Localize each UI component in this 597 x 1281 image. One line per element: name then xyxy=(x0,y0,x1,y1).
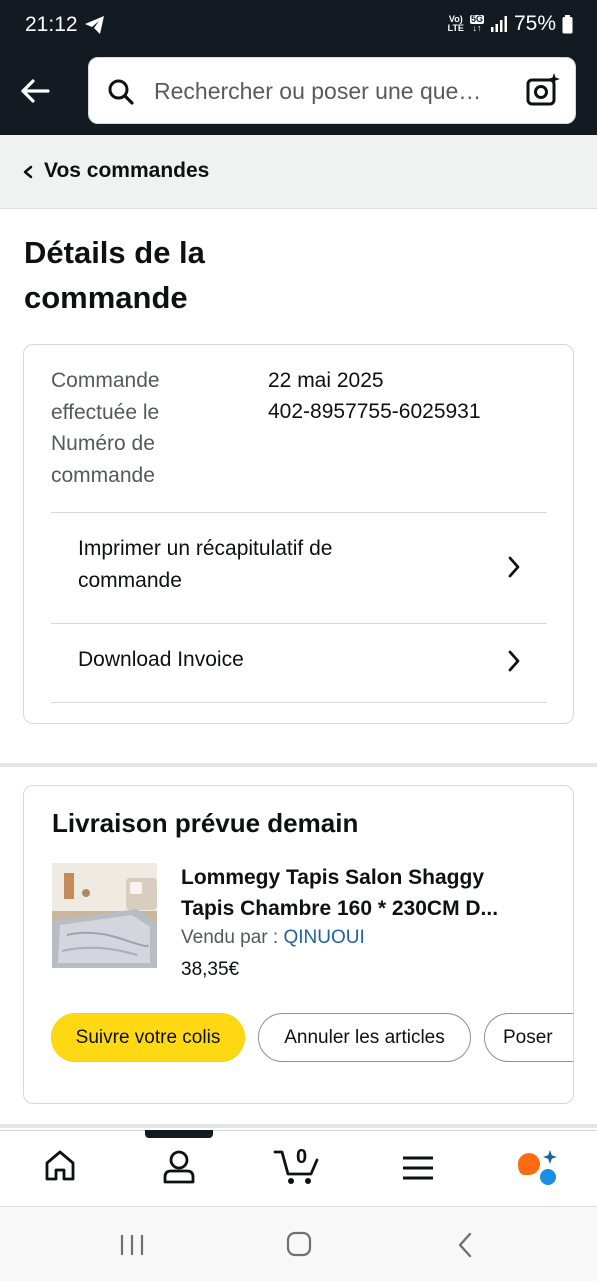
order-date-label: Commande effectuée le xyxy=(51,369,160,424)
active-tab-indicator xyxy=(145,1130,213,1138)
search-placeholder: Rechercher ou poser une que… xyxy=(154,78,482,104)
print-summary-row[interactable]: Imprimer un récapitulatif de commande xyxy=(51,513,547,623)
status-indicators: Vo) LTE 5G ↓↑ 75% xyxy=(448,12,573,36)
status-bar: 21:12 Vo) LTE 5G ↓↑ 75% xyxy=(0,0,597,54)
battery-percent: 75% xyxy=(513,12,556,35)
status-time: 21:12 xyxy=(25,13,78,36)
chevron-right-icon xyxy=(508,556,520,578)
rufus-icon[interactable] xyxy=(515,1149,559,1187)
ask-question-button[interactable]: Poser xyxy=(484,1013,573,1062)
chevron-left-icon xyxy=(23,165,33,179)
volte-indicator: Vo) LTE xyxy=(447,14,464,33)
download-invoice-label: Download Invoice xyxy=(78,648,244,671)
product-title-link[interactable]: Lommegy Tapis Salon Shaggy Tapis Chambre… xyxy=(181,862,551,924)
section-divider xyxy=(0,1124,597,1128)
order-number-label: Numéro de commande xyxy=(51,432,155,487)
page-title: Détails de la commande xyxy=(24,235,205,315)
divider xyxy=(51,702,547,703)
cart-count-badge: 0 xyxy=(296,1146,308,1168)
seller-link[interactable]: QINUOUI xyxy=(283,927,364,948)
battery-icon xyxy=(562,14,573,33)
home-icon[interactable] xyxy=(43,1148,77,1184)
account-icon[interactable] xyxy=(161,1148,197,1184)
home-button-icon[interactable] xyxy=(286,1231,312,1257)
back-button-icon[interactable] xyxy=(455,1231,477,1259)
seller-info: Vendu par : QINUOUI xyxy=(181,927,365,948)
telegram-icon xyxy=(85,16,104,34)
product-price: 38,35€ xyxy=(181,959,240,980)
search-icon xyxy=(108,79,134,105)
signal-icon xyxy=(490,16,507,32)
recent-apps-icon[interactable] xyxy=(118,1233,146,1257)
track-package-button[interactable]: Suivre votre colis xyxy=(51,1013,245,1062)
cancel-items-button[interactable]: Annuler les articles xyxy=(258,1013,471,1062)
order-number-value: 402-8957755-6025931 xyxy=(268,400,481,423)
print-summary-label: Imprimer un récapitulatif de xyxy=(78,537,333,560)
delivery-title: Livraison prévue demain xyxy=(52,808,359,838)
download-invoice-row[interactable]: Download Invoice xyxy=(51,624,547,702)
delivery-card: Livraison prévue demain Lommegy Tapis Sa… xyxy=(23,785,574,1104)
camera-search-icon[interactable] xyxy=(525,72,561,108)
system-navigation-bar xyxy=(0,1206,597,1281)
5g-indicator: 5G ↓↑ xyxy=(469,14,484,33)
app-header: Rechercher ou poser une que… xyxy=(0,54,597,135)
order-date-value: 22 mai 2025 xyxy=(268,369,384,392)
breadcrumb-orders-link[interactable]: Vos commandes xyxy=(44,159,209,183)
menu-icon[interactable] xyxy=(401,1155,435,1181)
product-image[interactable] xyxy=(52,863,157,968)
chevron-right-icon xyxy=(508,650,520,672)
search-input[interactable]: Rechercher ou poser une que… xyxy=(88,57,576,124)
breadcrumb[interactable]: Vos commandes xyxy=(0,135,597,209)
section-divider xyxy=(0,763,597,767)
back-arrow-icon[interactable] xyxy=(18,74,52,108)
order-summary-card: Commande effectuée le Numéro de commande… xyxy=(23,344,574,724)
